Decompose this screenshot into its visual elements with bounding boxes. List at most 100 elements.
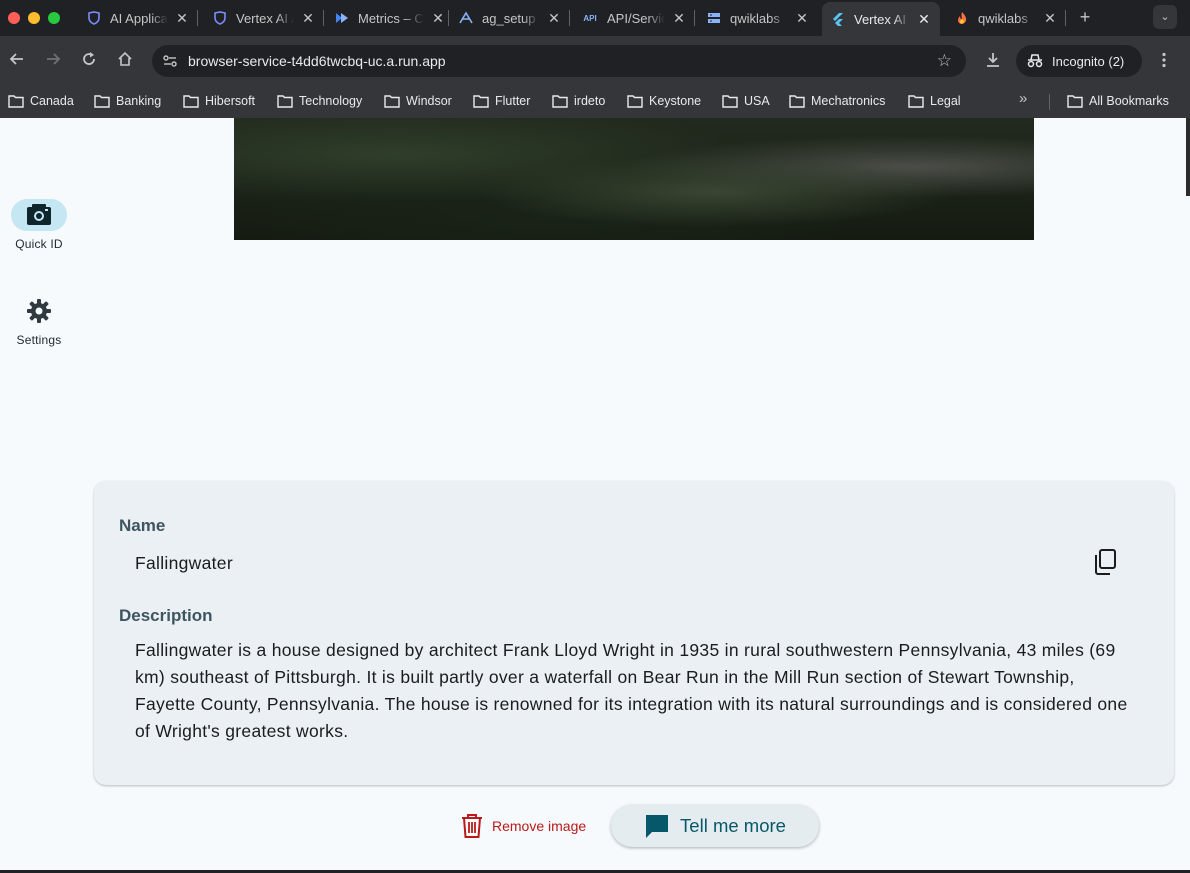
tab-vertex-ai[interactable]: Vertex AI ✕ xyxy=(822,2,940,36)
copy-button[interactable] xyxy=(1090,547,1120,577)
tab-close-icon[interactable]: ✕ xyxy=(916,11,932,27)
tell-me-more-button[interactable]: Tell me more xyxy=(611,805,819,847)
rail-label: Quick ID xyxy=(15,237,63,251)
folder-icon xyxy=(908,95,924,108)
bookmark-folder-keystone[interactable]: Keystone xyxy=(627,90,701,112)
api-icon: API xyxy=(583,13,597,23)
bookmark-label: Windsor xyxy=(406,94,452,108)
folder-icon xyxy=(1067,95,1083,108)
bookmark-label: Flutter xyxy=(495,94,531,108)
tab-strip: AI Applications ✕ Vertex AI Agent Builde… xyxy=(0,0,1190,36)
incognito-icon xyxy=(1027,54,1043,68)
bookmark-folder-canada[interactable]: Canada xyxy=(8,90,74,112)
reload-icon[interactable] xyxy=(79,51,99,71)
bookmark-folder-flutter[interactable]: Flutter xyxy=(473,90,530,112)
rail-pill-active xyxy=(11,199,67,231)
bookmark-label: Mechatronics xyxy=(811,94,886,108)
browser-toolbar: browser-service-t4dd6twcbq-uc.a.run.app … xyxy=(0,36,1190,86)
bookmarks-overflow-icon[interactable]: » xyxy=(1019,90,1027,107)
bookmark-folder-windsor[interactable]: Windsor xyxy=(384,90,452,112)
description-label: Description xyxy=(119,606,213,625)
bookmark-folder-banking[interactable]: Banking xyxy=(94,90,161,112)
flutter-icon xyxy=(830,11,846,27)
new-tab-button[interactable]: + xyxy=(1076,8,1094,26)
folder-icon xyxy=(789,95,805,108)
tab-title: API/Service Details xyxy=(607,10,665,26)
forward-arrow-icon[interactable] xyxy=(43,51,63,71)
tab-close-icon[interactable]: ✕ xyxy=(1042,10,1058,26)
tab-api-service-details[interactable]: API API/Service Details ✕ xyxy=(581,4,687,32)
window-close-button[interactable] xyxy=(8,12,20,24)
tab-search-chevron-icon[interactable]: ⌄ xyxy=(1153,5,1177,29)
tab-title: Vertex AI xyxy=(854,11,907,27)
bookmark-folder-mechatronics[interactable]: Mechatronics xyxy=(789,90,885,112)
tab-qwiklabs-storage[interactable]: qwiklabs ✕ xyxy=(706,4,810,32)
bookmark-label: irdeto xyxy=(574,94,606,108)
rail-item-quick-id[interactable]: Quick ID xyxy=(0,199,78,251)
landmark-result-card: Name Fallingwater Description Fallingwat… xyxy=(94,481,1174,785)
remove-image-button[interactable]: Remove image xyxy=(460,811,586,841)
folder-icon xyxy=(552,95,568,108)
tab-close-icon[interactable]: ✕ xyxy=(794,10,810,26)
chat-bubble-icon xyxy=(646,815,669,838)
folder-icon xyxy=(722,95,738,108)
home-icon[interactable] xyxy=(115,51,135,71)
agent-icon xyxy=(458,10,474,26)
tab-qwiklabs-firebase[interactable]: qwiklabs ✕ xyxy=(954,4,1058,32)
tab-close-icon[interactable]: ✕ xyxy=(671,10,687,26)
tab-ai-applications[interactable]: AI Applications ✕ xyxy=(86,4,190,32)
window-minimize-button[interactable] xyxy=(28,12,40,24)
bookmark-folder-technology[interactable]: Technology xyxy=(277,90,362,112)
tab-close-icon[interactable]: ✕ xyxy=(300,10,316,26)
app-page: Quick ID Settings Name Fallingwater Desc… xyxy=(0,118,1190,873)
copy-icon xyxy=(1095,549,1116,575)
folder-icon xyxy=(384,95,400,108)
shield-icon xyxy=(212,10,228,26)
url-text: browser-service-t4dd6twcbq-uc.a.run.app xyxy=(188,53,446,69)
tab-title: AI Applications xyxy=(110,10,168,26)
all-bookmarks-label: All Bookmarks xyxy=(1089,94,1169,108)
page-scrollbar-thumb[interactable] xyxy=(1186,118,1190,196)
bookmark-folder-legal[interactable]: Legal xyxy=(908,90,961,112)
back-arrow-icon[interactable] xyxy=(7,51,27,71)
bookmark-star-icon[interactable]: ☆ xyxy=(937,51,952,71)
camera-icon xyxy=(27,204,51,225)
address-bar[interactable]: browser-service-t4dd6twcbq-uc.a.run.app … xyxy=(152,45,966,77)
tab-vertex-ai-agent-builder[interactable]: Vertex AI Agent Builder ✕ xyxy=(212,4,316,32)
tab-close-icon[interactable]: ✕ xyxy=(546,10,562,26)
more-menu-icon[interactable] xyxy=(1154,51,1174,71)
site-info-icon[interactable] xyxy=(162,53,178,69)
incognito-profile-button[interactable]: Incognito (2) xyxy=(1016,45,1142,77)
tab-title: Vertex AI Agent Builder xyxy=(236,10,294,26)
bookmark-folder-hibersoft[interactable]: Hibersoft xyxy=(183,90,255,112)
bookmark-folder-irdeto[interactable]: irdeto xyxy=(552,90,605,112)
bookmark-label: Legal xyxy=(930,94,961,108)
rail-item-settings[interactable]: Settings xyxy=(0,295,78,347)
window-maximize-button[interactable] xyxy=(48,12,60,24)
uploaded-landmark-image xyxy=(234,118,1034,240)
folder-icon xyxy=(627,95,643,108)
cloud-run-icon xyxy=(334,10,350,26)
tab-ag-setup[interactable]: ag_setup ✕ xyxy=(458,4,562,32)
bookmark-folder-usa[interactable]: USA xyxy=(722,90,770,112)
download-icon[interactable] xyxy=(983,51,1003,71)
tell-me-more-label: Tell me more xyxy=(680,815,786,836)
tab-title: qwiklabs xyxy=(978,10,1028,26)
bookmark-label: Technology xyxy=(299,94,363,108)
name-label: Name xyxy=(119,516,166,535)
tab-divider xyxy=(448,10,449,26)
bookmark-label: Hibersoft xyxy=(205,94,256,108)
rail-pill xyxy=(11,295,67,327)
bookmarks-divider xyxy=(1049,94,1050,110)
bookmark-label: USA xyxy=(744,94,770,108)
storage-icon xyxy=(706,10,722,26)
bookmark-label: Canada xyxy=(30,94,74,108)
tab-close-icon[interactable]: ✕ xyxy=(174,10,190,26)
tab-close-icon[interactable]: ✕ xyxy=(430,10,446,26)
all-bookmarks-button[interactable]: All Bookmarks xyxy=(1067,90,1169,112)
tab-divider xyxy=(694,10,695,26)
bookmarks-bar: Canada Banking Hibersoft Technology Wind… xyxy=(0,86,1190,118)
gear-icon xyxy=(27,299,51,323)
folder-icon xyxy=(8,95,24,108)
tab-metrics[interactable]: Metrics – Cloud Run ✕ xyxy=(334,4,446,32)
